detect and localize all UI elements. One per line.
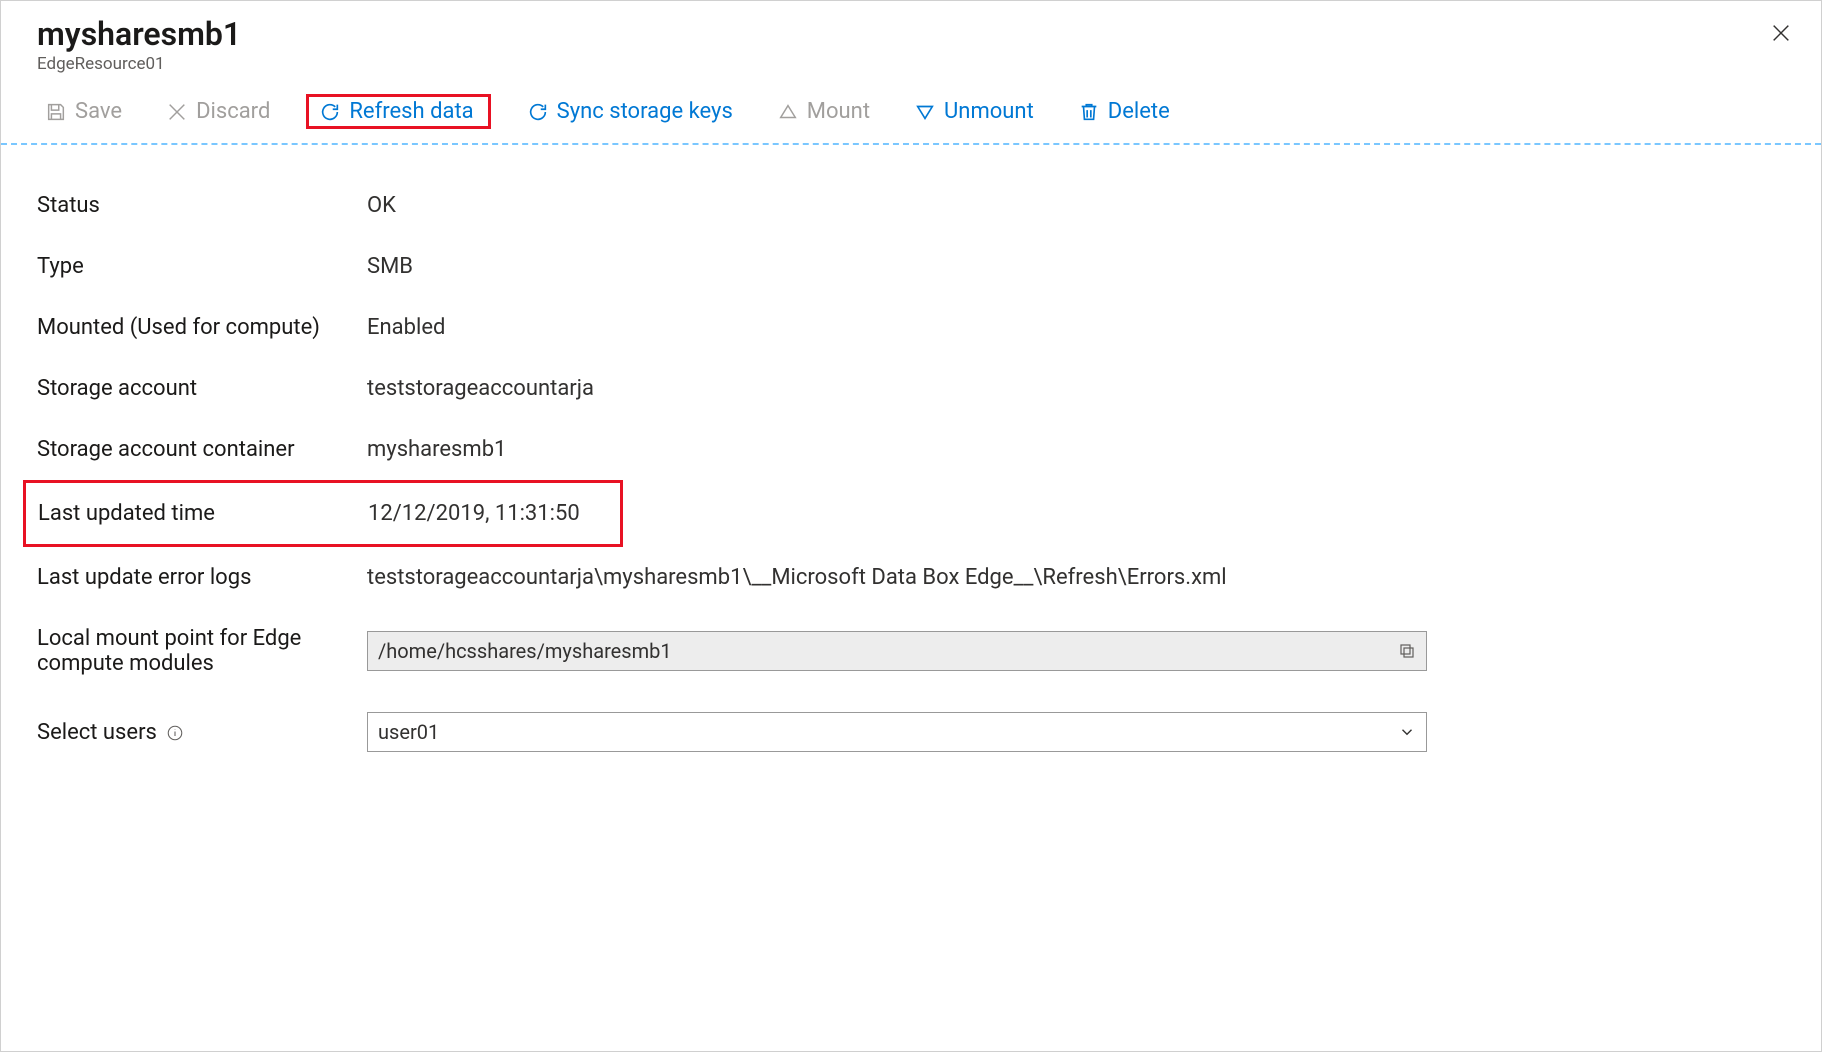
- discard-label: Discard: [196, 99, 270, 124]
- info-icon[interactable]: [166, 724, 184, 742]
- page-title: mysharesmb1: [37, 17, 1785, 52]
- label-error-logs: Last update error logs: [37, 565, 367, 590]
- row-type: Type SMB: [37, 236, 1785, 297]
- resource-subtitle: EdgeResource01: [37, 54, 1785, 74]
- chevron-down-icon: [1398, 723, 1416, 741]
- label-storage-account: Storage account: [37, 376, 367, 401]
- unmount-button[interactable]: Unmount: [906, 95, 1042, 128]
- label-select-users: Select users: [37, 720, 367, 745]
- close-icon: [1770, 22, 1792, 44]
- mount-label: Mount: [807, 99, 870, 124]
- value-container: mysharesmb1: [367, 437, 1785, 462]
- select-users-dropdown[interactable]: user01: [367, 712, 1427, 752]
- mount-point-value: /home/hcsshares/mysharesmb1: [378, 639, 672, 663]
- value-status: OK: [367, 193, 1785, 218]
- details-content: Status OK Type SMB Mounted (Used for com…: [1, 145, 1821, 800]
- save-button[interactable]: Save: [37, 95, 130, 128]
- row-status: Status OK: [37, 175, 1785, 236]
- refresh-label: Refresh data: [349, 99, 473, 124]
- label-mount-point: Local mount point for Edge compute modul…: [37, 626, 367, 676]
- value-type: SMB: [367, 254, 1785, 279]
- row-mounted: Mounted (Used for compute) Enabled: [37, 297, 1785, 358]
- row-container: Storage account container mysharesmb1: [37, 419, 1785, 480]
- delete-button[interactable]: Delete: [1070, 95, 1178, 128]
- refresh-icon: [319, 101, 341, 123]
- value-mounted: Enabled: [367, 315, 1785, 340]
- label-last-updated: Last updated time: [38, 501, 368, 526]
- row-select-users: Select users user01: [37, 694, 1785, 770]
- row-storage-account: Storage account teststorageaccountarja: [37, 358, 1785, 419]
- value-error-logs: teststorageaccountarja\mysharesmb1\__Mic…: [367, 565, 1785, 590]
- delete-icon: [1078, 101, 1100, 123]
- delete-label: Delete: [1108, 99, 1170, 124]
- unmount-icon: [914, 101, 936, 123]
- command-bar: Save Discard Refresh data Sync storage k…: [1, 86, 1821, 145]
- share-details-panel: mysharesmb1 EdgeResource01 Save Discard …: [0, 0, 1822, 1052]
- value-last-updated: 12/12/2019, 11:31:50: [368, 501, 608, 526]
- sync-icon: [527, 101, 549, 123]
- panel-header: mysharesmb1 EdgeResource01: [1, 1, 1821, 86]
- row-last-updated: Last updated time 12/12/2019, 11:31:50: [23, 480, 623, 547]
- save-label: Save: [75, 99, 122, 124]
- save-icon: [45, 101, 67, 123]
- close-button[interactable]: [1765, 17, 1797, 49]
- label-type: Type: [37, 254, 367, 279]
- row-error-logs: Last update error logs teststorageaccoun…: [37, 547, 1785, 608]
- value-storage-account: teststorageaccountarja: [367, 376, 1785, 401]
- select-users-value: user01: [378, 720, 439, 744]
- row-mount-point: Local mount point for Edge compute modul…: [37, 608, 1785, 694]
- discard-icon: [166, 101, 188, 123]
- label-mounted: Mounted (Used for compute): [37, 315, 367, 340]
- sync-storage-keys-button[interactable]: Sync storage keys: [519, 95, 741, 128]
- mount-button[interactable]: Mount: [769, 95, 878, 128]
- select-users-text: Select users: [37, 720, 157, 745]
- unmount-label: Unmount: [944, 99, 1034, 124]
- refresh-data-button[interactable]: Refresh data: [306, 94, 490, 129]
- mount-point-field: /home/hcsshares/mysharesmb1: [367, 631, 1427, 671]
- mount-icon: [777, 101, 799, 123]
- discard-button[interactable]: Discard: [158, 95, 278, 128]
- label-status: Status: [37, 193, 367, 218]
- copy-icon[interactable]: [1398, 642, 1416, 660]
- label-container: Storage account container: [37, 437, 367, 462]
- sync-label: Sync storage keys: [557, 99, 733, 124]
